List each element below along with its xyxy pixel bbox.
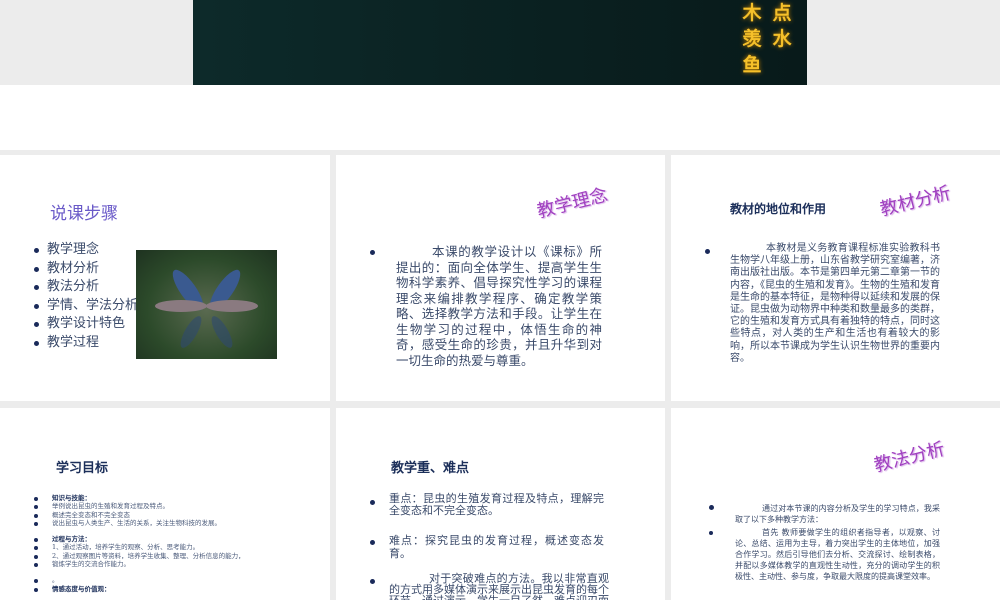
slide-textbook-analysis[interactable]: 教材分析 教材的地位和作用 本教材是义务教育课程标准实验教科书生物学八年级上册，… <box>671 155 1000 401</box>
list-item: 教材分析 <box>34 260 138 279</box>
dragonfly-image <box>136 250 277 359</box>
paragraph: 本教材是义务教育课程标准实验教科书生物学八年级上册，山东省教学研究室编著，济南出… <box>730 243 940 364</box>
slide-key-points[interactable]: 教学重、难点 重点：昆虫的生殖发育过程及特点，理解完全变态和不完全变态。 难点：… <box>336 408 665 600</box>
difficult-point: 难点：探究昆虫的发育过程，概述变态发育。 <box>389 534 604 560</box>
slide-lesson-steps[interactable]: 说课步骤 教学理念 教材分析 教法分析 学情、学法分析 教学设计特色 教学过程 <box>0 155 330 401</box>
paragraph: 本课的教学设计以《课标》所提出的：面向全体学生、提高学生生物科学素养、倡导探究性… <box>396 244 602 368</box>
paragraph: 通过对本节课的内容分析及学生的学习特点，我采取了以下多种教学方法： <box>735 504 940 524</box>
list-item: 学情、学法分析 <box>34 297 138 316</box>
slide-title: 说课步骤 <box>50 204 118 224</box>
char: 鱼 <box>742 54 762 76</box>
slide-title: 教学重、难点 <box>391 461 470 476</box>
slide-title: 学习目标 <box>56 461 109 476</box>
list-item: 举例说出昆虫的生殖和发育过程及特点。 <box>34 502 245 510</box>
char: 木 <box>742 2 762 24</box>
method-text: 对于突破难点的方法。我以非常直观的方式用多媒体演示来展示出昆虫发育的每个环节。通… <box>389 572 609 600</box>
list-item: 2、通过观察图片等资料，培养学生收集、整理、分析信息的能力， <box>34 552 245 560</box>
bullet-icon <box>709 531 713 535</box>
bullet-icon <box>370 250 375 255</box>
bullet-icon <box>709 505 714 510</box>
slide-learning-objectives[interactable]: 学习目标 知识与技能： 举例说出昆虫的生殖和发育过程及特点。 概述完全变态和不完… <box>0 408 330 600</box>
bullet-icon <box>370 500 375 505</box>
slide-teaching-philosophy[interactable]: 教学理念 本课的教学设计以《课标》所提出的：面向全体学生、提高学生生物科学素养、… <box>336 155 665 401</box>
steps-list: 教学理念 教材分析 教法分析 学情、学法分析 教学设计特色 教学过程 <box>34 241 138 352</box>
list-item: 教学过程 <box>34 334 138 353</box>
char: 羡 <box>742 28 762 50</box>
list-item: 1、通过活动，培养学生的观察、分析、思考能力。 <box>34 543 245 551</box>
bullet-icon <box>370 579 375 584</box>
wordart-title: 教法分析 <box>871 438 947 477</box>
list-item: 。 <box>34 576 245 584</box>
char: 水 <box>772 28 792 50</box>
key-point: 重点：昆虫的生殖发育过程及特点，理解完全变态和不完全变态。 <box>389 492 604 517</box>
bullet-icon <box>705 249 710 254</box>
char: 点 <box>772 2 792 24</box>
group-heading: 情感态度与价值观： <box>34 585 245 593</box>
list-item: 锻炼学生的交流合作能力。 <box>34 560 245 568</box>
list-item: 教法分析 <box>34 278 138 297</box>
top-band <box>0 85 1000 150</box>
objectives-list: 知识与技能： 举例说出昆虫的生殖和发育过程及特点。 概述完全变态和不完全变态 说… <box>34 494 245 593</box>
list-item: 教学理念 <box>34 241 138 260</box>
slide-teaching-method[interactable]: 教法分析 通过对本节课的内容分析及学生的学习特点，我采取了以下多种教学方法： 首… <box>671 408 1000 600</box>
section-heading: 教材的地位和作用 <box>730 202 827 216</box>
wordart-title: 教学理念 <box>534 184 610 223</box>
list-item: 教学设计特色 <box>34 315 138 334</box>
paragraph: 首先 教师要做学生的组织者指导者，以观察、讨论、总结、运用为主导，着力突出学生的… <box>735 528 940 581</box>
vertical-text-right: 点 水 <box>771 0 793 52</box>
vertical-text-left: 木 羡 鱼 <box>741 0 763 78</box>
bullet-icon <box>370 540 375 545</box>
list-item: 概述完全变态和不完全变态 <box>34 511 245 519</box>
slide-top[interactable]: 木 羡 鱼 点 水 <box>193 0 807 85</box>
wordart-title: 教材分析 <box>877 182 953 221</box>
list-item: 说出昆虫与人类生产、生活的关系，关注生物科技的发展。 <box>34 519 245 527</box>
